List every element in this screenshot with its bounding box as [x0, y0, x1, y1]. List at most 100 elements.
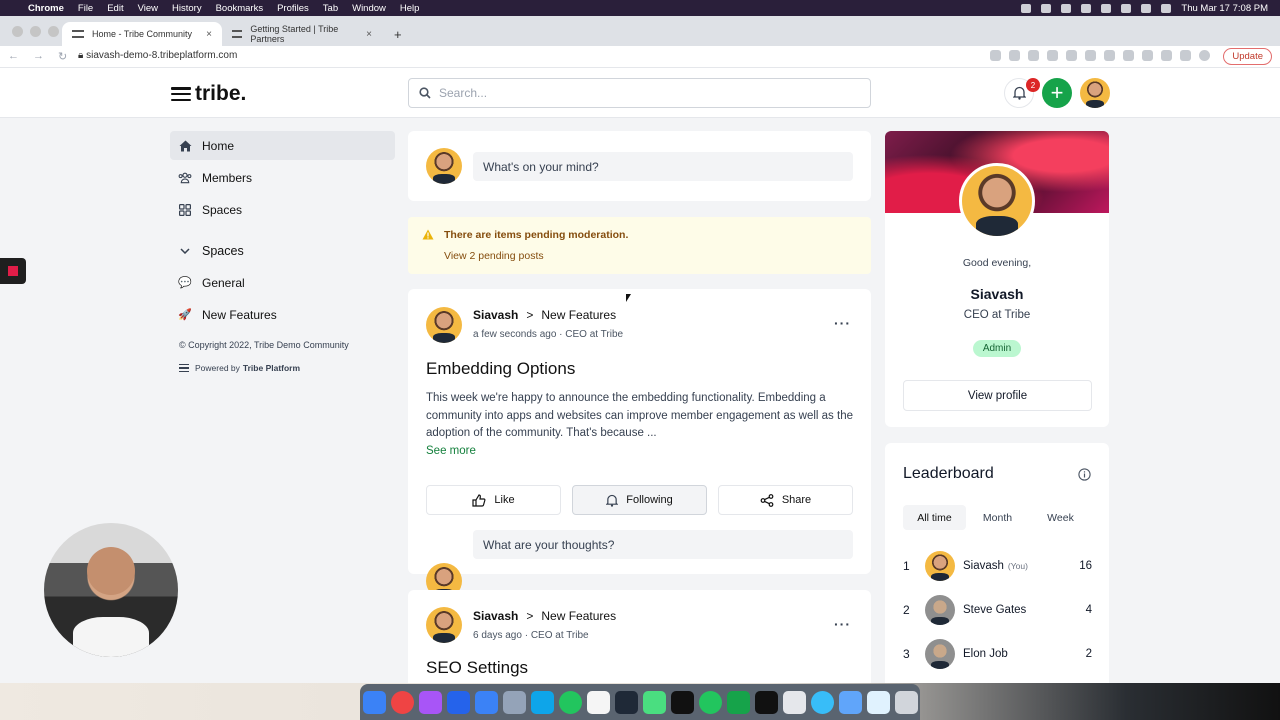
close-tab-icon[interactable]: ×	[206, 29, 212, 40]
like-button[interactable]: Like	[426, 485, 561, 515]
recording-indicator[interactable]	[0, 258, 26, 284]
menu-clock[interactable]: Thu Mar 17 7:08 PM	[1181, 3, 1268, 14]
post-title[interactable]: SEO Settings	[426, 658, 528, 678]
composer-input[interactable]: What's on your mind?	[473, 152, 853, 181]
view-pending-posts-link[interactable]: View 2 pending posts	[444, 250, 544, 262]
powered-by[interactable]: Powered by Tribe Platform	[179, 363, 395, 373]
figma-icon[interactable]	[670, 690, 694, 714]
slack-icon[interactable]	[418, 690, 442, 714]
spotify-icon[interactable]	[558, 690, 582, 714]
more-options-icon[interactable]: ···	[834, 315, 851, 331]
tab-week[interactable]: Week	[1029, 505, 1092, 530]
sidebar-item-home[interactable]: Home	[170, 131, 395, 160]
profile-avatar[interactable]	[959, 163, 1035, 239]
avatar[interactable]	[426, 607, 462, 643]
menu-profiles[interactable]: Profiles	[277, 3, 309, 14]
profile-name[interactable]: Siavash	[885, 286, 1109, 302]
browser-tab-active[interactable]: Home - Tribe Community ×	[62, 22, 222, 46]
leaderboard-row[interactable]: 2 Steve Gates 4	[903, 594, 1092, 626]
app-icon[interactable]	[502, 690, 526, 714]
menu-view[interactable]: View	[138, 3, 158, 14]
sidebar-space-general[interactable]: 💬 General	[170, 268, 395, 297]
puzzle-icon[interactable]	[1180, 50, 1191, 61]
zoom-icon[interactable]	[474, 690, 498, 714]
update-button[interactable]: Update	[1223, 48, 1272, 65]
browser-tab[interactable]: Getting Started | Tribe Partners ×	[222, 22, 382, 46]
post-title[interactable]: Embedding Options	[426, 359, 575, 379]
menu-chrome[interactable]: Chrome	[28, 3, 64, 14]
app-icon[interactable]	[726, 690, 750, 714]
menu-history[interactable]: History	[172, 3, 202, 14]
tribe-logo[interactable]: tribe.	[171, 82, 246, 106]
view-profile-button[interactable]: View profile	[903, 380, 1092, 411]
whatsapp-icon[interactable]	[698, 690, 722, 714]
close-tab-icon[interactable]: ×	[366, 29, 372, 40]
app-icon[interactable]	[866, 690, 890, 714]
extension-icon[interactable]	[1085, 50, 1096, 61]
app-icon[interactable]	[782, 690, 806, 714]
post-space[interactable]: New Features	[541, 308, 616, 322]
menu-tab[interactable]: Tab	[323, 3, 338, 14]
url-field[interactable]: 🔒︎ siavash-demo-8.tribeplatform.com	[78, 50, 237, 61]
terminal-icon[interactable]	[754, 690, 778, 714]
forward-icon[interactable]: →	[33, 50, 44, 63]
back-icon[interactable]: ←	[8, 50, 19, 63]
menu-help[interactable]: Help	[400, 3, 420, 14]
vscode-icon[interactable]	[446, 690, 470, 714]
menu-window[interactable]: Window	[352, 3, 386, 14]
folder-icon[interactable]	[838, 690, 862, 714]
reload-icon[interactable]: ↻	[58, 50, 67, 63]
finder-icon[interactable]	[362, 690, 386, 714]
sidebar-item-members[interactable]: Members	[170, 163, 395, 192]
status-camera-icon[interactable]	[1041, 3, 1052, 13]
leaderboard-row[interactable]: 1 Siavash (You) 16	[903, 550, 1092, 582]
info-icon[interactable]	[1078, 468, 1091, 481]
close-window-button[interactable]	[12, 26, 23, 37]
leaderboard-row[interactable]: 3 Elon Job 2	[903, 638, 1092, 670]
following-button[interactable]: Following	[572, 485, 707, 515]
status-battery-icon[interactable]	[1121, 3, 1132, 13]
new-tab-button[interactable]: +	[384, 22, 408, 46]
create-post-button[interactable]: +	[1042, 78, 1072, 108]
trash-icon[interactable]	[894, 690, 918, 714]
tab-month[interactable]: Month	[966, 505, 1029, 530]
menu-edit[interactable]: Edit	[107, 3, 123, 14]
extension-icon[interactable]	[1066, 50, 1077, 61]
extension-icon[interactable]	[1142, 50, 1153, 61]
app-icon[interactable]	[530, 690, 554, 714]
user-avatar[interactable]	[1080, 78, 1110, 108]
status-search-icon[interactable]	[1161, 3, 1172, 13]
search-input[interactable]: Search...	[408, 78, 871, 108]
sidebar-item-spaces[interactable]: Spaces	[170, 195, 395, 224]
sidebar-space-new-features[interactable]: 🚀 New Features	[170, 300, 395, 329]
status-gear-icon[interactable]	[1021, 3, 1032, 13]
see-more-link[interactable]: See more	[426, 445, 476, 457]
reply-input[interactable]: What are your thoughts?	[473, 530, 853, 559]
minimize-window-button[interactable]	[30, 26, 41, 37]
status-wifi-icon[interactable]	[1141, 3, 1152, 13]
extension-icon[interactable]	[1047, 50, 1058, 61]
activity-monitor-icon[interactable]	[614, 690, 638, 714]
status-chat-icon[interactable]	[1061, 3, 1072, 13]
share-button[interactable]: Share	[718, 485, 853, 515]
extension-icon[interactable]	[1123, 50, 1134, 61]
avatar[interactable]	[426, 307, 462, 343]
status-volume-icon[interactable]	[1081, 3, 1092, 13]
messages-icon[interactable]	[642, 690, 666, 714]
post-author[interactable]: Siavash	[473, 609, 518, 623]
post-author[interactable]: Siavash	[473, 308, 518, 322]
telegram-icon[interactable]	[810, 690, 834, 714]
chrome-icon[interactable]	[390, 690, 414, 714]
menu-file[interactable]: File	[78, 3, 93, 14]
notion-icon[interactable]	[586, 690, 610, 714]
profile-avatar-icon[interactable]	[1199, 50, 1210, 61]
menu-bookmarks[interactable]: Bookmarks	[216, 3, 264, 14]
extension-icon[interactable]	[1104, 50, 1115, 61]
share-icon[interactable]	[1009, 50, 1020, 61]
extension-icon[interactable]	[1161, 50, 1172, 61]
post-space[interactable]: New Features	[541, 609, 616, 623]
spaces-section-toggle[interactable]: Spaces	[170, 236, 395, 265]
status-cloud-icon[interactable]	[1101, 3, 1112, 13]
tab-all-time[interactable]: All time	[903, 505, 966, 530]
more-options-icon[interactable]: ···	[834, 616, 851, 632]
